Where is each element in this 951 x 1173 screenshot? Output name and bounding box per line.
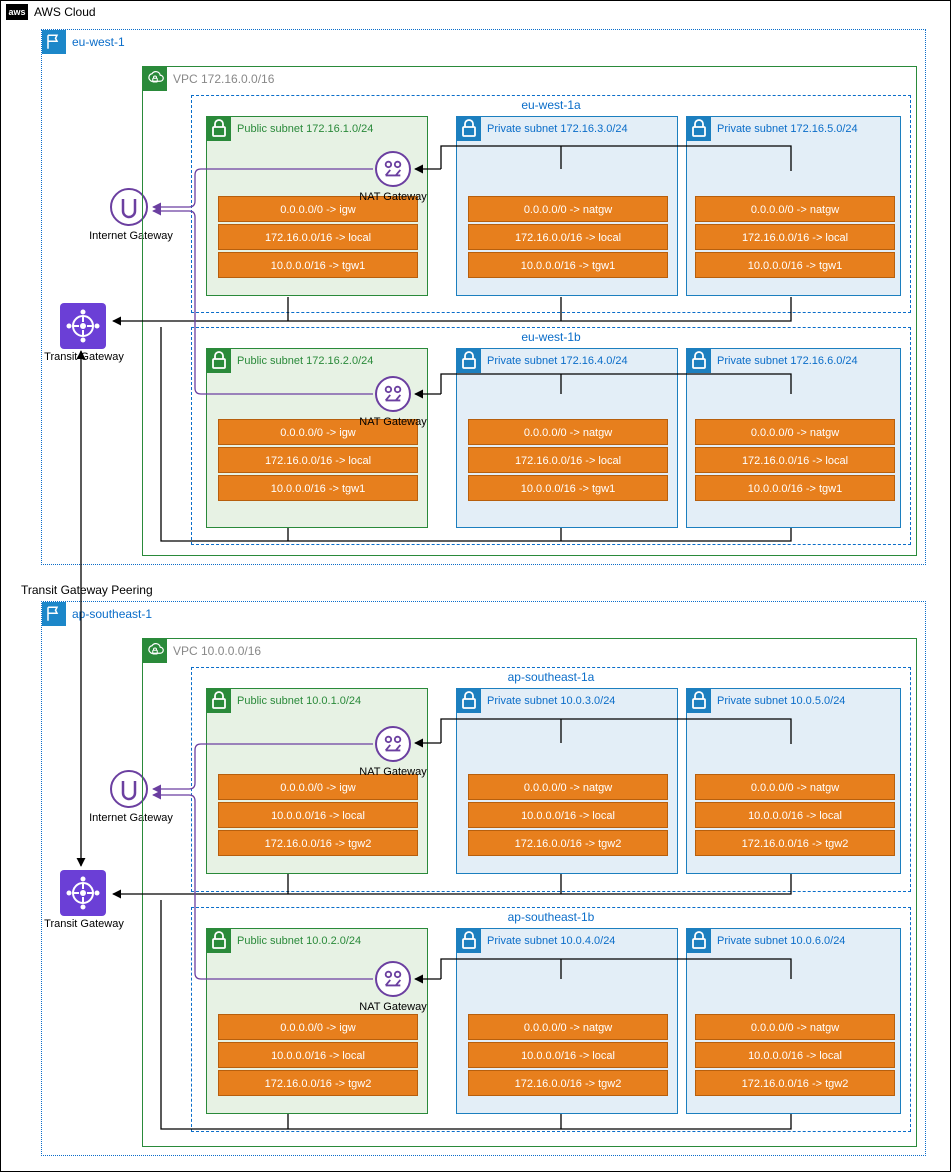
route-entry: 0.0.0.0/0 -> natgw	[695, 774, 895, 800]
route-entry: 172.16.0.0/16 -> tgw2	[468, 830, 668, 856]
private-subnet-icon	[687, 689, 711, 713]
route-entry: 0.0.0.0/0 -> natgw	[468, 196, 668, 222]
route-entry: 172.16.0.0/16 -> tgw2	[695, 1070, 895, 1096]
route-entry: 172.16.0.0/16 -> tgw2	[695, 830, 895, 856]
az-title: ap-southeast-1a	[192, 670, 910, 684]
route-entry: 0.0.0.0/0 -> natgw	[468, 419, 668, 445]
public-subnet-icon	[207, 689, 231, 713]
region-flag-icon	[42, 30, 66, 54]
az-title: eu-west-1b	[192, 330, 910, 344]
private-subnet-icon	[457, 117, 481, 141]
vpc-icon	[143, 639, 167, 663]
vpc-label: VPC 10.0.0.0/16	[173, 644, 261, 658]
az-title: ap-southeast-1b	[192, 910, 910, 924]
subnet-public-10-0-1: Public subnet 10.0.1.0/24 0.0.0.0/0 -> i…	[206, 688, 428, 874]
route-entry: 172.16.0.0/16 -> local	[695, 224, 895, 250]
subnet-title: Public subnet 172.16.2.0/24	[237, 355, 373, 367]
route-entry: 10.0.0.0/16 -> tgw1	[695, 475, 895, 501]
route-entry: 10.0.0.0/16 -> local	[695, 802, 895, 828]
route-entry: 10.0.0.0/16 -> local	[218, 802, 418, 828]
route-entry: 10.0.0.0/16 -> tgw1	[468, 475, 668, 501]
route-entry: 172.16.0.0/16 -> tgw2	[218, 1070, 418, 1096]
route-entry: 10.0.0.0/16 -> tgw1	[218, 475, 418, 501]
public-subnet-icon	[207, 349, 231, 373]
vpc-icon	[143, 67, 167, 91]
subnet-private-172-16-5: Private subnet 172.16.5.0/24 0.0.0.0/0 -…	[686, 116, 901, 296]
nat-gateway-icon	[375, 151, 411, 187]
subnet-title: Private subnet 172.16.5.0/24	[717, 123, 858, 135]
subnet-title: Private subnet 172.16.6.0/24	[717, 355, 858, 367]
route-entry: 10.0.0.0/16 -> local	[218, 1042, 418, 1068]
tgw-peering-label: Transit Gateway Peering	[21, 583, 153, 597]
route-entry: 172.16.0.0/16 -> tgw2	[218, 830, 418, 856]
subnet-public-172-16-2: Public subnet 172.16.2.0/24 0.0.0.0/0 ->…	[206, 348, 428, 528]
route-entry: 10.0.0.0/16 -> local	[468, 802, 668, 828]
subnet-title: Private subnet 10.0.5.0/24	[717, 695, 845, 707]
nat-gateway-icon	[375, 961, 411, 997]
region-label: eu-west-1	[72, 35, 125, 49]
route-entry: 0.0.0.0/0 -> natgw	[695, 196, 895, 222]
subnet-title: Private subnet 172.16.3.0/24	[487, 123, 628, 135]
vpc-label: VPC 172.16.0.0/16	[173, 72, 274, 86]
subnet-private-172-16-6: Private subnet 172.16.6.0/24 0.0.0.0/0 -…	[686, 348, 901, 528]
route-entry: 172.16.0.0/16 -> tgw2	[468, 1070, 668, 1096]
nat-label: NAT Gateway	[353, 191, 433, 203]
subnet-private-10-0-5: Private subnet 10.0.5.0/24 0.0.0.0/0 -> …	[686, 688, 901, 874]
route-entry: 0.0.0.0/0 -> igw	[218, 1014, 418, 1040]
route-table: 0.0.0.0/0 -> igw 172.16.0.0/16 -> local …	[218, 196, 418, 280]
subnet-title: Private subnet 10.0.4.0/24	[487, 935, 615, 947]
route-entry: 10.0.0.0/16 -> local	[695, 1042, 895, 1068]
tgw-label: Transit Gateway	[39, 918, 129, 930]
aws-logo-icon: aws	[6, 4, 28, 20]
nat-gateway-icon	[375, 376, 411, 412]
subnet-private-10-0-3: Private subnet 10.0.3.0/24 0.0.0.0/0 -> …	[456, 688, 678, 874]
nat-label: NAT Gateway	[353, 416, 433, 428]
subnet-title: Private subnet 10.0.6.0/24	[717, 935, 845, 947]
route-entry: 0.0.0.0/0 -> natgw	[468, 1014, 668, 1040]
transit-gateway-icon	[60, 870, 106, 916]
nat-gateway-icon	[375, 726, 411, 762]
subnet-title: Public subnet 172.16.1.0/24	[237, 123, 373, 135]
private-subnet-icon	[687, 349, 711, 373]
route-entry: 0.0.0.0/0 -> natgw	[695, 419, 895, 445]
private-subnet-icon	[457, 689, 481, 713]
subnet-title: Private subnet 172.16.4.0/24	[487, 355, 628, 367]
route-entry: 10.0.0.0/16 -> tgw1	[218, 252, 418, 278]
private-subnet-icon	[457, 349, 481, 373]
route-entry: 0.0.0.0/0 -> natgw	[695, 1014, 895, 1040]
route-entry: 172.16.0.0/16 -> local	[218, 224, 418, 250]
transit-gateway-icon	[60, 303, 106, 349]
private-subnet-icon	[687, 929, 711, 953]
nat-label: NAT Gateway	[353, 766, 433, 778]
nat-label: NAT Gateway	[353, 1001, 433, 1013]
aws-diagram: aws AWS Cloud eu-west-1 Internet Gateway…	[0, 0, 951, 1172]
subnet-private-172-16-3: Private subnet 172.16.3.0/24 0.0.0.0/0 -…	[456, 116, 678, 296]
route-entry: 172.16.0.0/16 -> local	[468, 447, 668, 473]
subnet-title: Public subnet 10.0.1.0/24	[237, 695, 361, 707]
subnet-public-172-16-1: Public subnet 172.16.1.0/24 0.0.0.0/0 ->…	[206, 116, 428, 296]
subnet-private-10-0-4: Private subnet 10.0.4.0/24 0.0.0.0/0 -> …	[456, 928, 678, 1114]
az-title: eu-west-1a	[192, 98, 910, 112]
private-subnet-icon	[687, 117, 711, 141]
subnet-private-10-0-6: Private subnet 10.0.6.0/24 0.0.0.0/0 -> …	[686, 928, 901, 1114]
private-subnet-icon	[457, 929, 481, 953]
aws-cloud-label: aws AWS Cloud	[6, 4, 96, 20]
region-flag-icon	[42, 602, 66, 626]
subnet-private-172-16-4: Private subnet 172.16.4.0/24 0.0.0.0/0 -…	[456, 348, 678, 528]
route-entry: 172.16.0.0/16 -> local	[218, 447, 418, 473]
route-entry: 10.0.0.0/16 -> local	[468, 1042, 668, 1068]
public-subnet-icon	[207, 929, 231, 953]
route-entry: 10.0.0.0/16 -> tgw1	[468, 252, 668, 278]
route-entry: 0.0.0.0/0 -> natgw	[468, 774, 668, 800]
public-subnet-icon	[207, 117, 231, 141]
subnet-title: Private subnet 10.0.3.0/24	[487, 695, 615, 707]
route-entry: 172.16.0.0/16 -> local	[695, 447, 895, 473]
subnet-title: Public subnet 10.0.2.0/24	[237, 935, 361, 947]
cloud-title: AWS Cloud	[34, 5, 96, 19]
tgw-label: Transit Gateway	[39, 351, 129, 363]
region-label: ap-southeast-1	[72, 607, 152, 621]
route-entry: 10.0.0.0/16 -> tgw1	[695, 252, 895, 278]
route-entry: 172.16.0.0/16 -> local	[468, 224, 668, 250]
subnet-public-10-0-2: Public subnet 10.0.2.0/24 0.0.0.0/0 -> i…	[206, 928, 428, 1114]
